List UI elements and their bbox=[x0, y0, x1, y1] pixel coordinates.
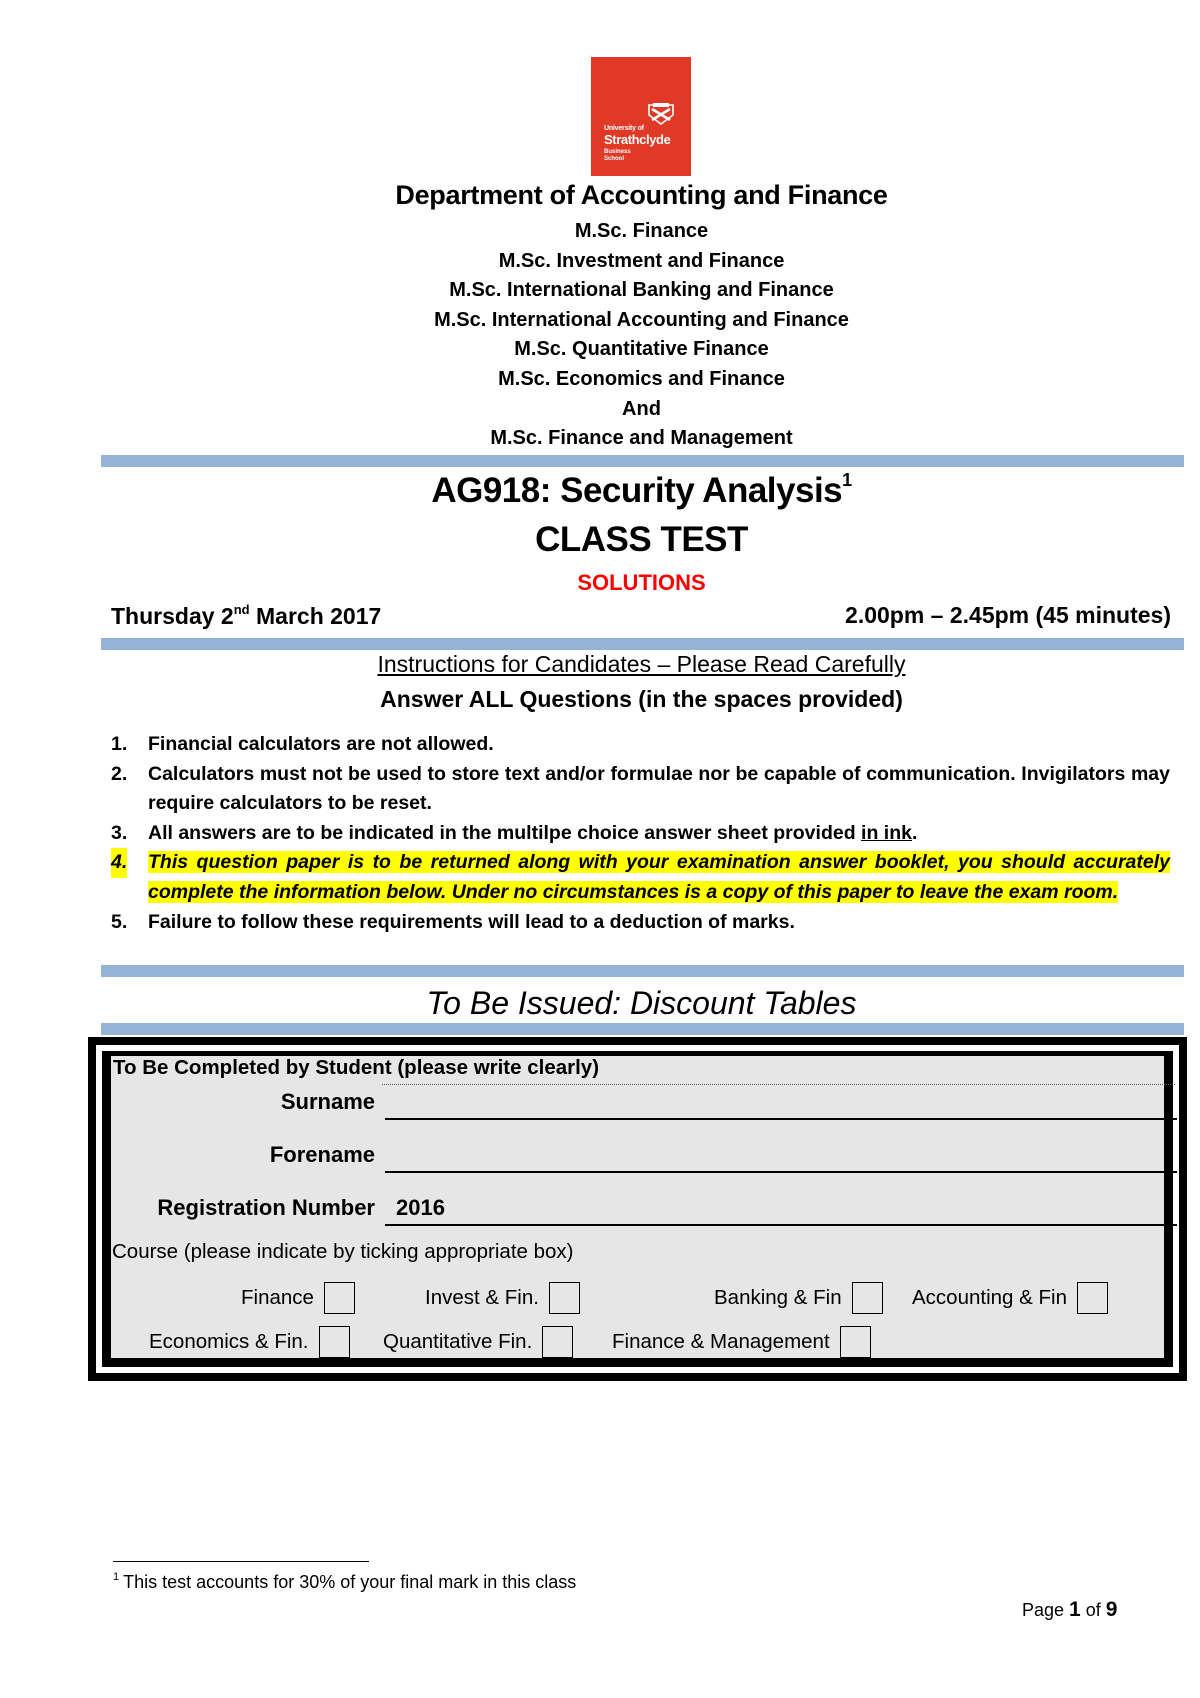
option-label: Accounting & Fin bbox=[912, 1286, 1067, 1309]
divider-rule bbox=[101, 638, 1184, 650]
instructions-heading: Instructions for Candidates – Please Rea… bbox=[377, 651, 906, 677]
page-total: 9 bbox=[1105, 1598, 1118, 1621]
checkbox[interactable] bbox=[851, 1282, 883, 1314]
divider-rule bbox=[101, 965, 1184, 977]
checkbox[interactable] bbox=[318, 1326, 350, 1358]
item-text: All answers are to be indicated in the m… bbox=[148, 821, 862, 844]
solutions-label: SOLUTIONS bbox=[577, 570, 706, 595]
forename-label: Forename bbox=[269, 1142, 375, 1167]
programme-item: M.Sc. Economics and Finance bbox=[498, 367, 785, 390]
option-label: Banking & Fin bbox=[714, 1286, 842, 1309]
surname-line[interactable] bbox=[385, 1118, 1177, 1120]
course-option-accounting-fin[interactable]: Accounting & Fin bbox=[912, 1282, 1108, 1314]
registration-number-field[interactable]: 2016 bbox=[396, 1195, 445, 1221]
item-text: Failure to follow these requirements wil… bbox=[148, 910, 795, 933]
university-logo: University of Strathclyde Business Schoo… bbox=[591, 57, 691, 176]
item-text: This question paper is to be returned al… bbox=[148, 851, 1170, 903]
divider-rule bbox=[101, 1023, 1184, 1035]
programme-item: M.Sc. Finance bbox=[574, 220, 709, 242]
dotted-separator bbox=[382, 1084, 1175, 1085]
course-option-economics-fin[interactable]: Economics & Fin. bbox=[149, 1326, 350, 1358]
option-label: Finance & Management bbox=[612, 1330, 830, 1353]
answer-all-notice: Answer ALL Questions (in the spaces prov… bbox=[380, 686, 903, 712]
instructions-list: 1. Financial calculators are not allowed… bbox=[111, 730, 1170, 937]
item-number: 2. bbox=[111, 762, 128, 785]
course-title: AG918: Security Analysis1 bbox=[0, 470, 1200, 511]
item-number: 1. bbox=[111, 733, 128, 755]
page-prefix: Page bbox=[1022, 1600, 1070, 1620]
instruction-item: 2. Calculators must not be used to store… bbox=[111, 760, 1170, 819]
divider-rule bbox=[101, 455, 1184, 467]
page-current: 1 bbox=[1069, 1598, 1081, 1621]
programme-item: M.Sc. Investment and Finance bbox=[498, 249, 785, 272]
logo-line-2: Strathclyde bbox=[604, 132, 671, 147]
footnote: 1 This test accounts for 30% of your fina… bbox=[113, 1571, 576, 1593]
course-option-invest-fin[interactable]: Invest & Fin. bbox=[425, 1282, 580, 1314]
exam-month-year: March 2017 bbox=[249, 603, 382, 629]
checkbox[interactable] bbox=[548, 1282, 580, 1314]
course-option-finance[interactable]: Finance bbox=[241, 1282, 355, 1314]
option-label: Finance bbox=[241, 1286, 314, 1309]
logo-line-3a: Business bbox=[604, 149, 631, 155]
logo-line-3: Business School bbox=[604, 149, 631, 163]
exam-time: 2.00pm – 2.45pm (45 minutes) bbox=[845, 602, 1171, 628]
instruction-item: 1. Financial calculators are not allowed… bbox=[111, 730, 1170, 760]
programme-connector: And bbox=[622, 397, 661, 420]
surname-label: Surname bbox=[280, 1089, 375, 1114]
department-title: Department of Accounting and Finance bbox=[395, 180, 888, 210]
item-number: 4. bbox=[111, 848, 128, 878]
item-number: 5. bbox=[111, 910, 128, 933]
course-name: AG918: Security Analysis bbox=[431, 471, 843, 510]
checkbox[interactable] bbox=[542, 1326, 574, 1358]
instruction-item-highlighted: 4. This question paper is to be returned… bbox=[111, 848, 1170, 907]
course-prompt: Course (please indicate by ticking appro… bbox=[112, 1240, 574, 1263]
item-text: Financial calculators are not allowed. bbox=[148, 733, 494, 755]
class-test-title: CLASS TEST bbox=[535, 520, 748, 559]
logo-line-3b: School bbox=[604, 156, 625, 162]
logo-line-1: University of bbox=[604, 125, 644, 132]
issued-materials: To Be Issued: Discount Tables bbox=[426, 985, 857, 1021]
programme-item: M.Sc. Finance and Management bbox=[490, 427, 793, 450]
footnote-separator bbox=[113, 1561, 369, 1562]
checkbox[interactable] bbox=[1076, 1282, 1108, 1314]
instruction-item: 5. Failure to follow these requirements … bbox=[111, 908, 1170, 938]
option-label: Invest & Fin. bbox=[425, 1286, 539, 1309]
registration-number-line[interactable] bbox=[385, 1224, 1177, 1226]
option-label: Quantitative Fin. bbox=[383, 1330, 533, 1353]
course-option-finance-management[interactable]: Finance & Management bbox=[612, 1326, 871, 1358]
instruction-item: 3. All answers are to be indicated in th… bbox=[111, 819, 1170, 849]
checkbox[interactable] bbox=[323, 1282, 355, 1314]
programme-item: M.Sc. International Banking and Finance bbox=[449, 279, 834, 302]
item-emphasis: in ink bbox=[861, 821, 912, 844]
footnote-number: 1 bbox=[113, 1571, 120, 1583]
footnote-ref[interactable]: 1 bbox=[842, 470, 852, 490]
programme-item: M.Sc. Quantitative Finance bbox=[514, 338, 769, 361]
forename-line[interactable] bbox=[385, 1171, 1177, 1173]
item-text-end: . bbox=[911, 821, 918, 844]
crest-icon bbox=[648, 103, 674, 125]
page-of: of bbox=[1080, 1600, 1106, 1620]
day-suffix: nd bbox=[233, 602, 250, 617]
registration-number-label: Registration Number bbox=[157, 1195, 375, 1220]
programme-item: M.Sc. International Accounting and Finan… bbox=[434, 308, 849, 331]
page-number: Page 1 of 9 bbox=[1022, 1598, 1117, 1622]
item-number: 3. bbox=[111, 821, 128, 844]
form-title: To Be Completed by Student (please write… bbox=[113, 1056, 600, 1079]
option-label: Economics & Fin. bbox=[149, 1330, 309, 1353]
exam-date: Thursday 2nd March 2017 bbox=[111, 602, 381, 630]
item-text: Calculators must not be used to store te… bbox=[148, 762, 1170, 815]
footnote-text: This test accounts for 30% of your final… bbox=[123, 1572, 577, 1592]
checkbox[interactable] bbox=[839, 1326, 871, 1358]
exam-day: Thursday 2 bbox=[111, 603, 234, 629]
programme-list: M.Sc. Finance M.Sc. Investment and Finan… bbox=[0, 217, 1200, 454]
course-option-quantitative-fin[interactable]: Quantitative Fin. bbox=[383, 1326, 574, 1358]
course-option-banking-fin[interactable]: Banking & Fin bbox=[714, 1282, 883, 1314]
